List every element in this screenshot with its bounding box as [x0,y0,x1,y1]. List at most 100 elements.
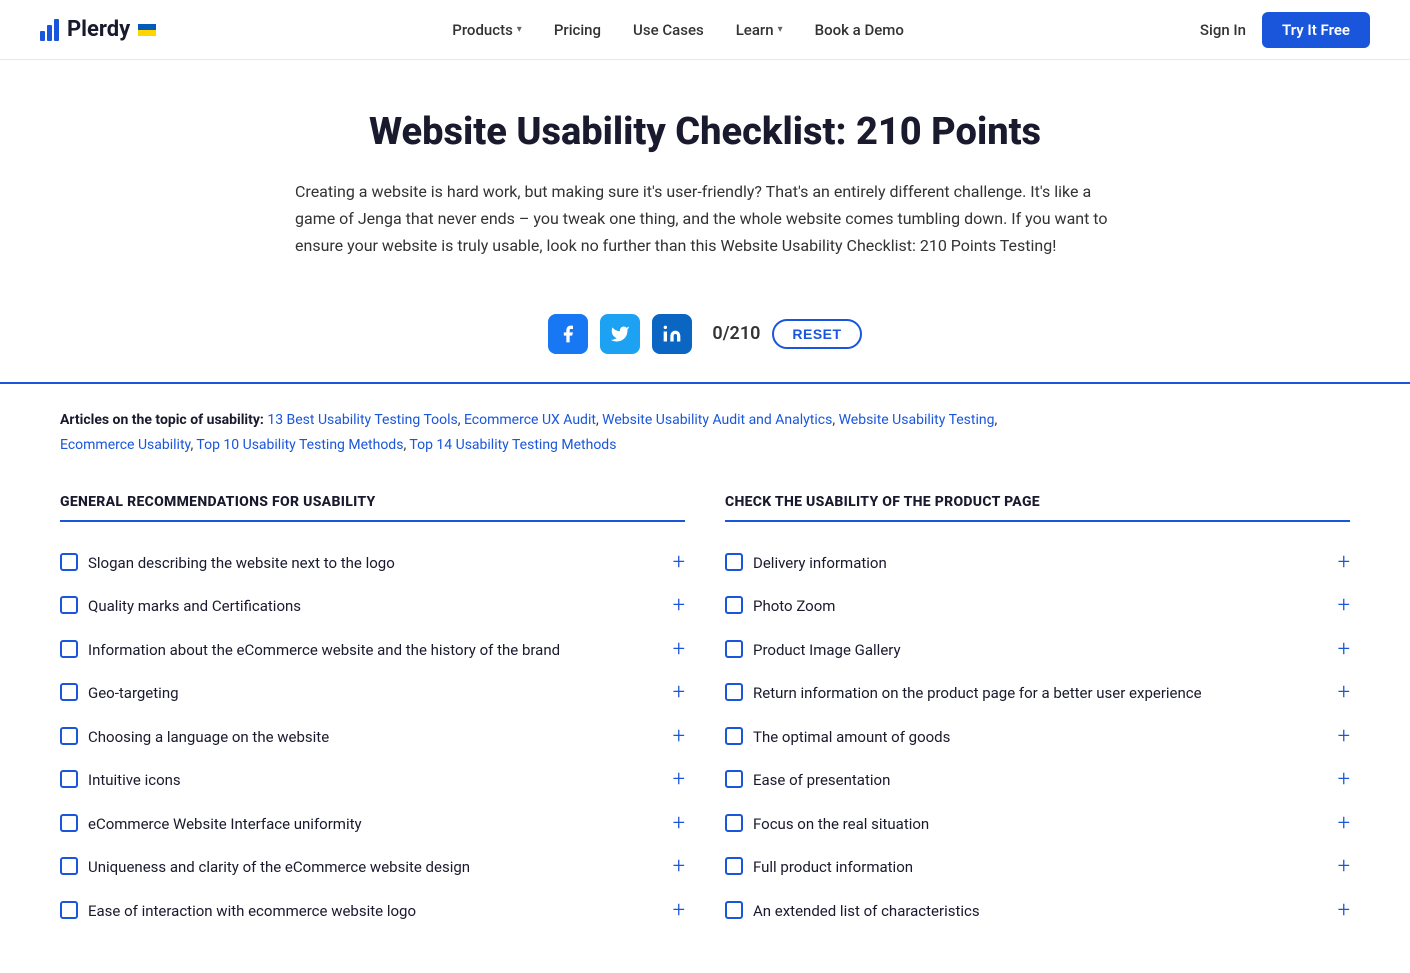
checklist-label: Geo-targeting [88,682,179,705]
expand-icon[interactable]: + [673,813,685,835]
nav-link-use-cases[interactable]: Use Cases [633,21,704,39]
nav-item-products[interactable]: Products ▾ [452,21,522,39]
nav-link-book-demo[interactable]: Book a Demo [815,21,904,39]
checklist-item-left: Intuitive icons [60,769,661,792]
checklist-item-left: Quality marks and Certifications [60,595,661,618]
checklist-item-left: Product Image Gallery [725,639,1326,662]
navbar: Plerdy Products ▾ Pricing Use Cases Lear… [0,0,1410,60]
checklist-item-left: Delivery information [725,552,1326,575]
logo[interactable]: Plerdy [40,17,156,42]
expand-icon[interactable]: + [673,900,685,922]
list-item: Intuitive icons + [60,759,685,803]
article-link-6[interactable]: Top 10 Usability Testing Methods [196,437,403,453]
checklist-label: Photo Zoom [753,595,835,618]
expand-icon[interactable]: + [673,552,685,574]
checklist-container: GENERAL RECOMMENDATIONS FOR USABILITY Sl… [0,474,1410,973]
article-link-7[interactable]: Top 14 Usability Testing Methods [409,437,616,453]
checklist-checkbox[interactable] [60,814,78,832]
try-it-free-button[interactable]: Try It Free [1262,12,1370,48]
checklist-checkbox[interactable] [725,596,743,614]
checklist-label: Information about the eCommerce website … [88,639,560,662]
checklist-item-left: The optimal amount of goods [725,726,1326,749]
articles-bar: Articles on the topic of usability: 13 B… [0,384,1410,474]
linkedin-icon[interactable] [652,314,692,354]
checklist-item-left: Information about the eCommerce website … [60,639,661,662]
checklist-item-left: Ease of presentation [725,769,1326,792]
right-section-title: CHECK THE USABILITY OF THE PRODUCT PAGE [725,494,1350,522]
social-bar: 0/210 RESET [0,290,1410,382]
list-item: Information about the eCommerce website … [60,629,685,673]
hero-description: Creating a website is hard work, but mak… [295,178,1115,260]
expand-icon[interactable]: + [1338,682,1350,704]
nav-item-book-demo[interactable]: Book a Demo [815,21,904,39]
list-item: Delivery information + [725,542,1350,586]
nav-menu: Products ▾ Pricing Use Cases Learn ▾ Boo… [452,21,904,39]
left-checklist-section: GENERAL RECOMMENDATIONS FOR USABILITY Sl… [60,494,685,934]
expand-icon[interactable]: + [1338,552,1350,574]
checklist-item-left: Ease of interaction with ecommerce websi… [60,900,661,923]
checklist-label: Uniqueness and clarity of the eCommerce … [88,856,470,879]
expand-icon[interactable]: + [1338,813,1350,835]
list-item: Ease of presentation + [725,759,1350,803]
checklist-checkbox[interactable] [725,727,743,745]
checklist-checkbox[interactable] [725,553,743,571]
twitter-icon[interactable] [600,314,640,354]
facebook-icon[interactable] [548,314,588,354]
expand-icon[interactable]: + [673,639,685,661]
ukraine-flag-icon [138,24,156,36]
checklist-checkbox[interactable] [60,857,78,875]
checklist-item-left: Choosing a language on the website [60,726,661,749]
checklist-checkbox[interactable] [60,901,78,919]
article-link-3[interactable]: Website Usability Audit and Analytics [602,412,832,428]
checklist-checkbox[interactable] [60,596,78,614]
checklist-checkbox[interactable] [725,770,743,788]
expand-icon[interactable]: + [673,856,685,878]
reset-button[interactable]: RESET [772,319,861,349]
list-item: Uniqueness and clarity of the eCommerce … [60,846,685,890]
checklist-label: Slogan describing the website next to th… [88,552,395,575]
chevron-down-icon: ▾ [517,24,522,35]
expand-icon[interactable]: + [1338,639,1350,661]
checklist-item-left: An extended list of characteristics [725,900,1326,923]
checklist-checkbox[interactable] [60,770,78,788]
checklist-checkbox[interactable] [725,640,743,658]
expand-icon[interactable]: + [673,726,685,748]
checklist-item-left: Full product information [725,856,1326,879]
nav-item-pricing[interactable]: Pricing [554,21,601,39]
nav-link-learn[interactable]: Learn ▾ [736,21,783,39]
checklist-label: Quality marks and Certifications [88,595,301,618]
article-link-5[interactable]: Ecommerce Usability [60,437,190,453]
checklist-checkbox[interactable] [60,553,78,571]
nav-link-pricing[interactable]: Pricing [554,21,601,39]
article-link-2[interactable]: Ecommerce UX Audit [464,412,596,428]
checklist-label: Focus on the real situation [753,813,929,836]
expand-icon[interactable]: + [1338,769,1350,791]
checklist-checkbox[interactable] [725,857,743,875]
expand-icon[interactable]: + [1338,900,1350,922]
list-item: Geo-targeting + [60,672,685,716]
article-link-4[interactable]: Website Usability Testing [839,412,995,428]
nav-link-products[interactable]: Products ▾ [452,21,522,39]
expand-icon[interactable]: + [673,769,685,791]
sign-in-link[interactable]: Sign In [1200,21,1246,39]
checklist-checkbox[interactable] [60,683,78,701]
expand-icon[interactable]: + [673,682,685,704]
checklist-checkbox[interactable] [725,814,743,832]
checklist-label: Product Image Gallery [753,639,901,662]
nav-item-learn[interactable]: Learn ▾ [736,21,783,39]
expand-icon[interactable]: + [1338,856,1350,878]
checklist-checkbox[interactable] [725,901,743,919]
expand-icon[interactable]: + [1338,595,1350,617]
checklist-checkbox[interactable] [60,640,78,658]
checklist-checkbox[interactable] [725,683,743,701]
checklist-label: An extended list of characteristics [753,900,980,923]
checklist-label: Delivery information [753,552,887,575]
article-link-1[interactable]: 13 Best Usability Testing Tools [267,412,457,428]
list-item: The optimal amount of goods + [725,716,1350,760]
nav-item-use-cases[interactable]: Use Cases [633,21,704,39]
expand-icon[interactable]: + [673,595,685,617]
checklist-label: Full product information [753,856,913,879]
expand-icon[interactable]: + [1338,726,1350,748]
checklist-checkbox[interactable] [60,727,78,745]
list-item: Ease of interaction with ecommerce websi… [60,890,685,934]
